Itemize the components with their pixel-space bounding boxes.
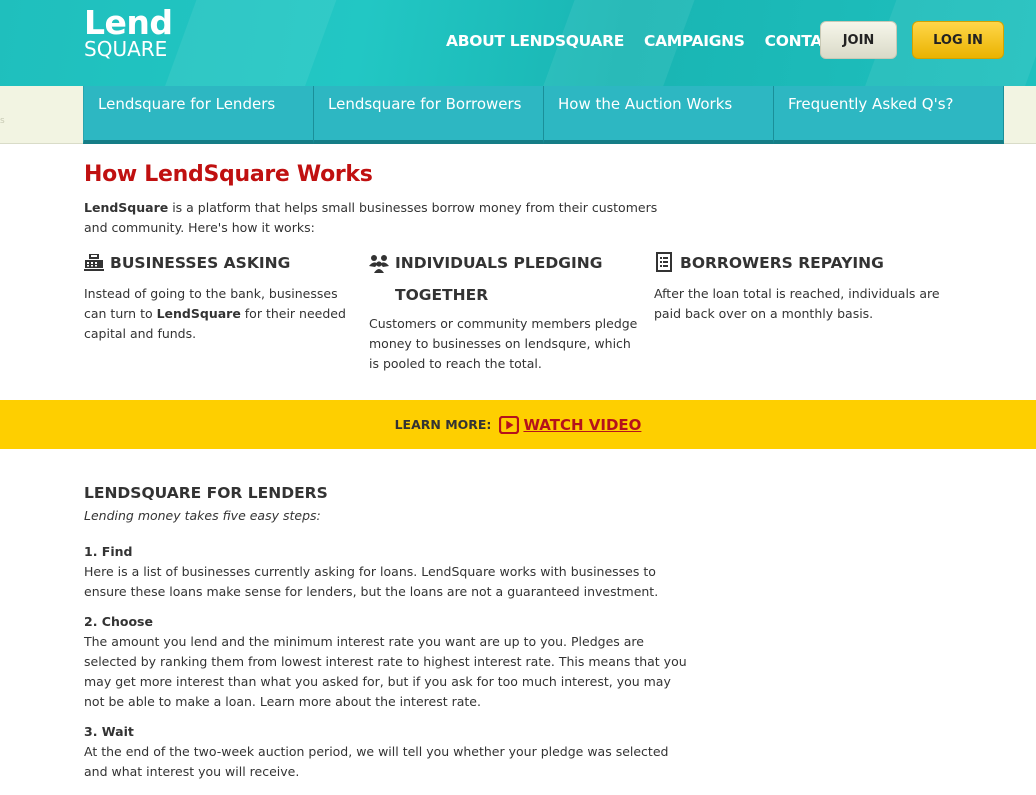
- page-title: How LendSquare Works: [84, 162, 373, 187]
- step-find: 1. Find Here is a list of businesses cur…: [84, 542, 694, 602]
- tab-borrowers[interactable]: Lendsquare for Borrowers: [313, 86, 543, 144]
- lender-steps: 1. Find Here is a list of businesses cur…: [84, 542, 694, 792]
- column-text: Instead of going to the bank, businesses…: [84, 284, 354, 344]
- column-heading: BORROWERS REPAYING: [654, 252, 944, 274]
- heading-line: TOGETHER: [395, 286, 489, 304]
- column-text: Customers or community members pledge mo…: [369, 316, 638, 371]
- heading-line: INDIVIDUALS PLEDGING: [395, 254, 603, 272]
- intro-text: LendSquare is a platform that helps smal…: [84, 198, 674, 238]
- site-header: Lend SQUARE ABOUT LENDSQUARE CAMPAIGNS C…: [0, 0, 1036, 86]
- intro-rest: is a platform that helps small businesse…: [84, 200, 658, 235]
- login-button[interactable]: LOG IN: [912, 21, 1004, 59]
- logo-bottom: SQUARE: [84, 37, 168, 61]
- tab-faq[interactable]: Frequently Asked Q's?: [773, 86, 1004, 144]
- people-icon: [369, 255, 389, 273]
- heading-text: BORROWERS REPAYING: [680, 254, 884, 272]
- column-heading: INDIVIDUALS PLEDGING TOGETHER: [369, 247, 639, 311]
- column-borrowers: BORROWERS REPAYING After the loan total …: [654, 252, 944, 324]
- step-text: The amount you lend and the minimum inte…: [84, 634, 687, 709]
- step-text: At the end of the two-week auction perio…: [84, 744, 669, 779]
- logo[interactable]: Lend SQUARE: [84, 6, 173, 59]
- lenders-heading: LENDSQUARE FOR LENDERS: [84, 484, 328, 502]
- column-heading: BUSINESSES ASKING: [84, 252, 354, 274]
- heading-text: INDIVIDUALS PLEDGING TOGETHER: [395, 247, 602, 311]
- learn-more-band: LEARN MORE: WATCH VIDEO: [0, 400, 1036, 449]
- cash-register-icon: [84, 254, 104, 271]
- header-decoration: [159, 0, 341, 86]
- watch-video-link[interactable]: WATCH VIDEO: [523, 416, 641, 434]
- column-individuals: INDIVIDUALS PLEDGING TOGETHER Customers o…: [369, 252, 639, 374]
- play-icon[interactable]: [499, 415, 520, 434]
- tab-lenders[interactable]: Lendsquare for Lenders: [83, 86, 313, 144]
- tab-auction[interactable]: How the Auction Works: [543, 86, 773, 144]
- column-businesses: BUSINESSES ASKING Instead of going to th…: [84, 252, 354, 344]
- lenders-subheading: Lending money takes five easy steps:: [84, 508, 321, 523]
- step-choose: 2. Choose The amount you lend and the mi…: [84, 612, 694, 712]
- step-title: 3. Wait: [84, 724, 134, 739]
- step-title: 1. Find: [84, 544, 133, 559]
- join-button[interactable]: JOIN: [820, 21, 897, 59]
- top-nav: ABOUT LENDSQUARE CAMPAIGNS CONTACT: [446, 32, 863, 50]
- nav-about[interactable]: ABOUT LENDSQUARE: [446, 32, 624, 50]
- step-text: Here is a list of businesses currently a…: [84, 564, 659, 599]
- sub-nav: Lendsquare for Lenders Lendsquare for Bo…: [83, 86, 1004, 144]
- subnav-left-mark: s: [0, 116, 5, 126]
- column-text-brand: LendSquare: [156, 306, 241, 321]
- logo-top: Lend: [84, 3, 173, 42]
- receipt-icon: [656, 252, 672, 272]
- column-text: After the loan total is reached, individ…: [654, 286, 940, 321]
- heading-text: BUSINESSES ASKING: [110, 254, 291, 272]
- intro-brand: LendSquare: [84, 200, 169, 215]
- step-wait: 3. Wait At the end of the two-week aucti…: [84, 722, 694, 782]
- learn-more-label: LEARN MORE:: [394, 417, 492, 432]
- nav-campaigns[interactable]: CAMPAIGNS: [644, 32, 745, 50]
- step-title: 2. Choose: [84, 614, 153, 629]
